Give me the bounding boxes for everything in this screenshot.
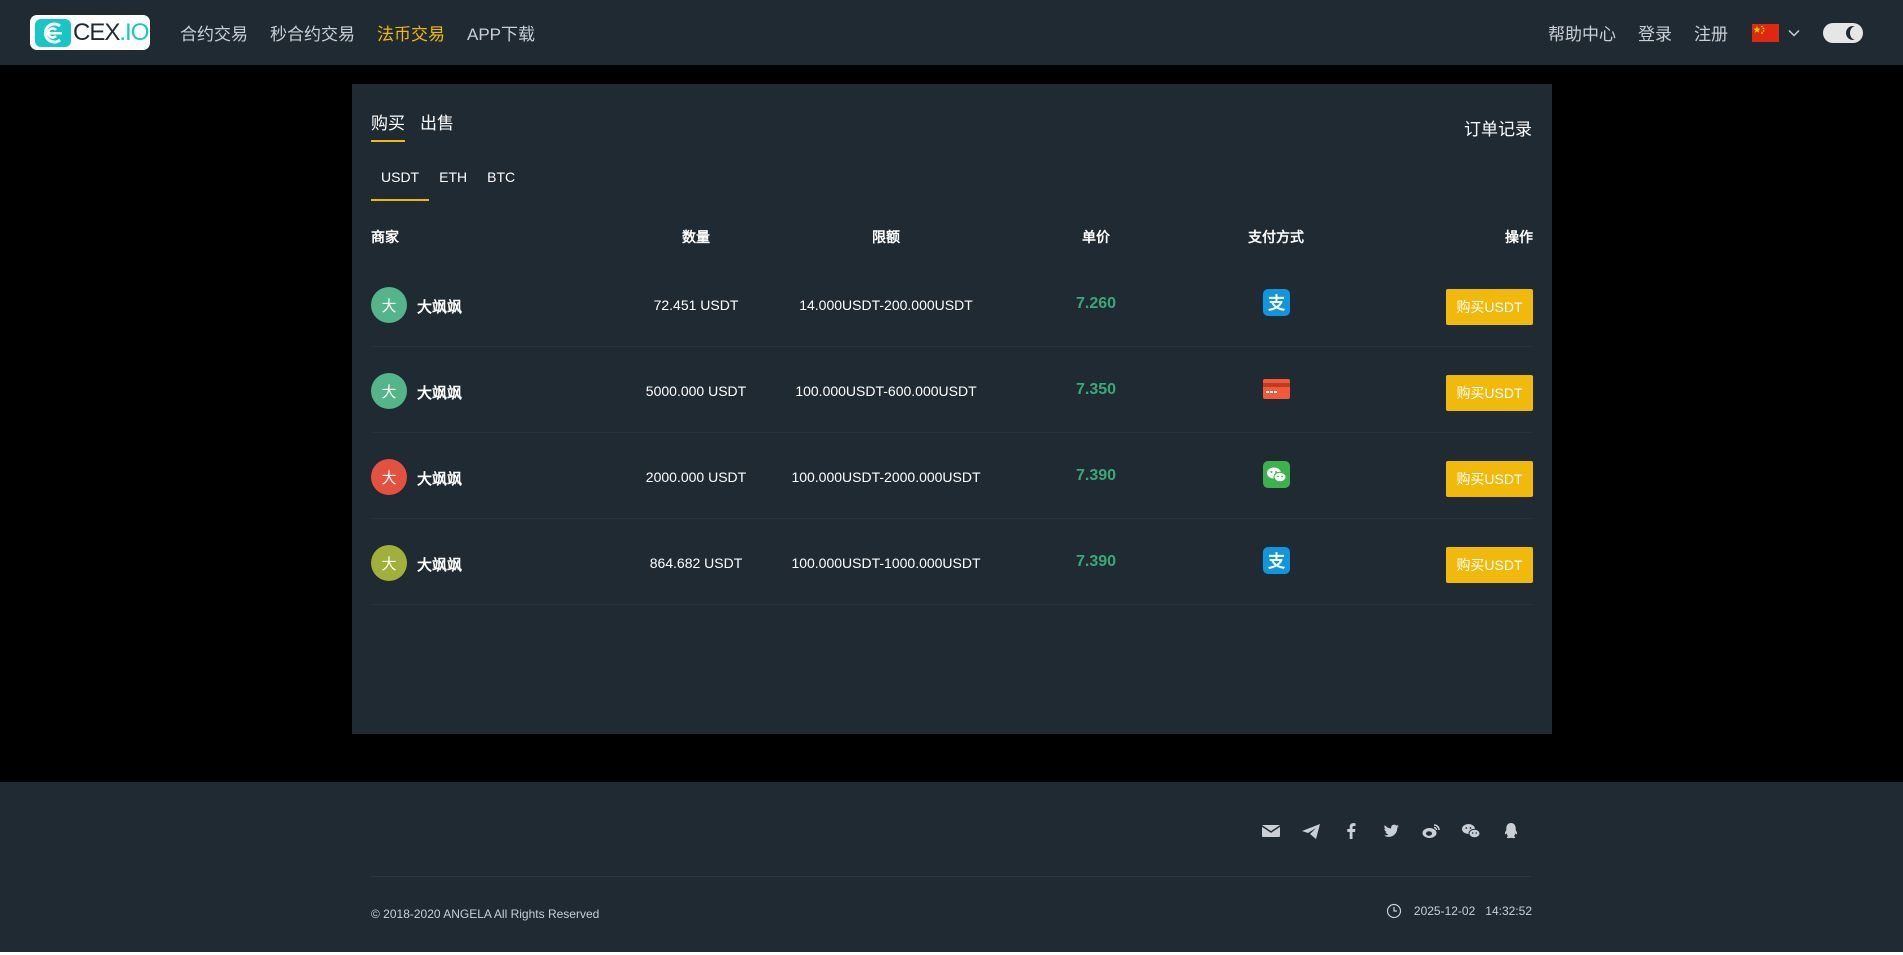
clock-icon xyxy=(1386,903,1401,919)
top-navbar: CEX.IO 合约交易 秒合约交易 法币交易 APP下载 帮助中心 登录 注册 xyxy=(0,0,1903,65)
limit-range: 100.000USDT-600.000USDT xyxy=(795,383,977,399)
moon-icon xyxy=(1846,25,1862,40)
logo-text: CEX.IO xyxy=(73,18,149,46)
ad-list: 大 大飒飒 72.451 USDT 14.000USDT-200.000USDT… xyxy=(371,261,1533,605)
tab-usdt[interactable]: USDT xyxy=(371,165,430,201)
table-row: 大 大飒飒 864.682 USDT 100.000USDT-1000.000U… xyxy=(371,519,1533,605)
tab-eth[interactable]: ETH xyxy=(429,165,477,201)
table-header: 商家 数量 限额 单价 支付方式 操作 xyxy=(371,227,1533,247)
facebook-icon[interactable] xyxy=(1340,820,1362,842)
current-time: 14:32:52 xyxy=(1485,904,1532,918)
svg-text:支: 支 xyxy=(1268,551,1286,572)
tab-sell[interactable]: 出售 xyxy=(420,109,454,142)
column-quantity: 数量 xyxy=(682,229,710,245)
header-actions: 帮助中心 登录 注册 xyxy=(1526,0,1863,65)
buy-usdt-button[interactable]: 购买USDT xyxy=(1446,547,1533,583)
bank-card-icon xyxy=(1263,379,1290,399)
help-center-link[interactable]: 帮助中心 xyxy=(1548,20,1616,45)
avatar: 大 xyxy=(371,459,407,495)
avatar: 大 xyxy=(371,373,407,409)
wechat-pay-icon xyxy=(1263,461,1290,488)
buy-usdt-button[interactable]: 购买USDT xyxy=(1446,461,1533,497)
telegram-icon[interactable] xyxy=(1300,820,1322,842)
nav-second-contract[interactable]: 秒合约交易 xyxy=(270,20,355,45)
alipay-icon: 支 xyxy=(1263,289,1290,316)
merchant-name: 大飒飒 xyxy=(417,299,463,316)
unit-price: 7.390 xyxy=(1075,467,1117,484)
column-merchant: 商家 xyxy=(371,229,399,245)
coin-tabs: USDT ETH BTC xyxy=(371,165,525,201)
twitter-icon[interactable] xyxy=(1380,820,1402,842)
avatar: 大 xyxy=(371,545,407,581)
order-records-link[interactable]: 订单记录 xyxy=(1464,115,1532,140)
server-time: 2025-12-02 14:32:52 xyxy=(1386,903,1532,919)
merchant-name: 大飒飒 xyxy=(417,385,463,402)
table-row: 大 大飒飒 5000.000 USDT 100.000USDT-600.000U… xyxy=(371,347,1533,433)
login-link[interactable]: 登录 xyxy=(1638,20,1672,45)
limit-range: 100.000USDT-1000.000USDT xyxy=(791,555,981,571)
qq-icon[interactable] xyxy=(1500,820,1522,842)
quantity: 864.682 USDT xyxy=(649,555,743,571)
tab-btc[interactable]: BTC xyxy=(477,165,525,201)
footer-divider xyxy=(371,876,1531,877)
nav-app-download[interactable]: APP下载 xyxy=(467,20,535,45)
table-row: 大 大飒飒 72.451 USDT 14.000USDT-200.000USDT… xyxy=(371,261,1533,347)
column-price: 单价 xyxy=(1082,229,1110,245)
footer: © 2018-2020 ANGELA All Rights Reserved 2… xyxy=(0,782,1903,952)
current-date: 2025-12-02 xyxy=(1413,904,1476,918)
alipay-icon: 支 xyxy=(1263,547,1290,574)
main-content: 购买 出售 订单记录 USDT ETH BTC 商家 数量 限额 单价 支付方式… xyxy=(0,65,1903,782)
table-row: 大 大飒飒 2000.000 USDT 100.000USDT-2000.000… xyxy=(371,433,1533,519)
tab-buy[interactable]: 购买 xyxy=(371,109,405,142)
cex-logo-icon xyxy=(35,18,71,47)
column-action: 操作 xyxy=(1505,229,1533,245)
avatar: 大 xyxy=(371,287,407,323)
register-link[interactable]: 注册 xyxy=(1694,20,1728,45)
buy-usdt-button[interactable]: 购买USDT xyxy=(1446,289,1533,325)
otc-panel: 购买 出售 订单记录 USDT ETH BTC 商家 数量 限额 单价 支付方式… xyxy=(352,84,1552,734)
quantity: 2000.000 USDT xyxy=(645,469,747,485)
trade-side-tabs: 购买 出售 xyxy=(371,109,469,142)
nav-fiat-trading[interactable]: 法币交易 xyxy=(377,20,445,45)
limit-range: 14.000USDT-200.000USDT xyxy=(799,297,973,313)
column-limit: 限额 xyxy=(872,229,900,245)
merchant-name: 大飒飒 xyxy=(417,557,463,574)
theme-toggle[interactable] xyxy=(1823,22,1863,43)
column-payment: 支付方式 xyxy=(1248,229,1304,245)
quantity: 72.451 USDT xyxy=(653,297,739,313)
mail-icon[interactable] xyxy=(1260,820,1282,842)
chevron-down-icon[interactable] xyxy=(1787,26,1801,40)
copyright-text: © 2018-2020 ANGELA All Rights Reserved xyxy=(371,907,600,921)
unit-price: 7.350 xyxy=(1075,381,1117,398)
nav-contract-trading[interactable]: 合约交易 xyxy=(180,20,248,45)
logo[interactable]: CEX.IO xyxy=(30,15,150,50)
social-links xyxy=(1242,820,1522,842)
main-nav: 合约交易 秒合约交易 法币交易 APP下载 xyxy=(180,0,557,65)
unit-price: 7.260 xyxy=(1075,295,1117,312)
svg-text:支: 支 xyxy=(1268,293,1286,314)
unit-price: 7.390 xyxy=(1075,553,1117,570)
quantity: 5000.000 USDT xyxy=(645,383,747,399)
merchant-name: 大飒飒 xyxy=(417,471,463,488)
wechat-icon[interactable] xyxy=(1460,820,1482,842)
weibo-icon[interactable] xyxy=(1420,820,1442,842)
limit-range: 100.000USDT-2000.000USDT xyxy=(791,469,981,485)
china-flag-icon[interactable] xyxy=(1752,23,1779,42)
buy-usdt-button[interactable]: 购买USDT xyxy=(1446,375,1533,411)
